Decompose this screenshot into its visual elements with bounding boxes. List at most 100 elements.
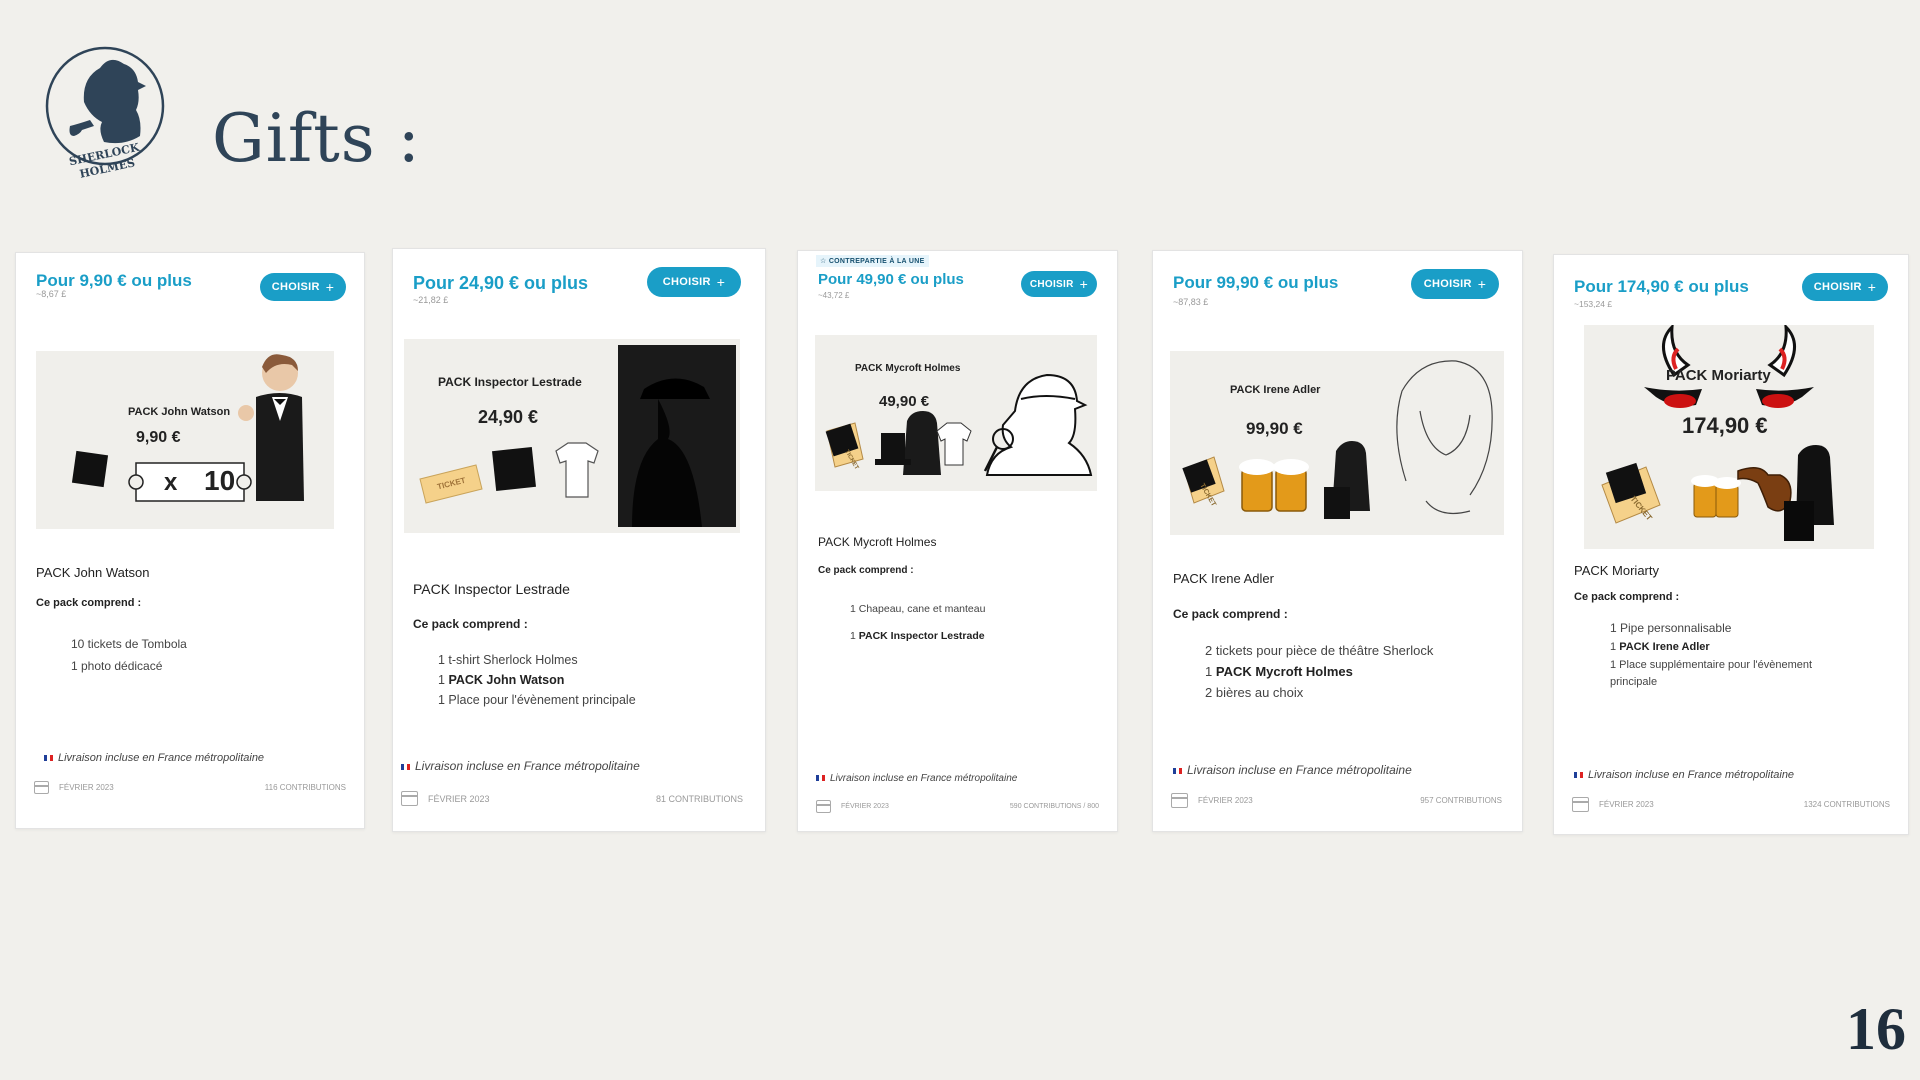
card-footer: FÉVRIER 2023 957 CONTRIBUTIONS [1171, 793, 1502, 808]
date-label: FÉVRIER 2023 [428, 793, 490, 804]
price-label: Pour 99,90 € ou plus [1173, 273, 1339, 292]
date-label: FÉVRIER 2023 [1198, 796, 1253, 805]
france-flag-icon [1173, 767, 1182, 774]
plus-icon: + [1079, 276, 1089, 292]
pack-image-price: 99,90 € [1246, 419, 1303, 438]
pack-image-name: PACK John Watson [128, 406, 231, 418]
pack-includes-label: Ce pack comprend : [1574, 591, 1680, 603]
featured-badge: ☆ CONTREPARTIE À LA UNE [816, 255, 929, 267]
plus-icon: + [1477, 276, 1487, 292]
contributions-count: 1324 CONTRIBUTIONS [1803, 800, 1890, 809]
ticket-count: 10 [204, 465, 236, 496]
calendar-icon [1171, 793, 1188, 808]
pack-image-price: 49,90 € [879, 393, 930, 410]
pack-includes-label: Ce pack comprend : [36, 597, 142, 609]
card-footer: FÉVRIER 2023 1324 CONTRIBUTIONS [1572, 797, 1890, 812]
card-footer: FÉVRIER 2023 590 CONTRIBUTIONS / 800 [816, 800, 1099, 813]
delivery-info: Livraison incluse en France métropolitai… [401, 759, 640, 773]
calendar-icon [34, 781, 49, 794]
list-item: 1 Place supplémentaire pour l'évènement … [1610, 659, 1813, 688]
plus-icon: + [716, 274, 726, 290]
card-footer: FÉVRIER 2023 81 CONTRIBUTIONS [401, 791, 743, 806]
pack-name: PACK Moriarty [1574, 563, 1659, 578]
list-item: 2 tickets pour pièce de théâtre Sherlock [1205, 643, 1434, 658]
price-label: Pour 9,90 € ou plus [36, 271, 192, 290]
delivery-info: Livraison incluse en France métropolitai… [44, 752, 264, 764]
list-item: 1 Chapeau, cane et manteau [850, 603, 986, 615]
pack-image: TICKET PACK Moriarty 174,90 € [1584, 325, 1874, 549]
contributions-count: 116 CONTRIBUTIONS [264, 783, 346, 792]
reward-card-moriarty: Pour 174,90 € ou plus ~153,24 £ CHOISIR +… [1553, 254, 1909, 835]
approx-price: ~43,72 £ [818, 291, 850, 300]
contributions-count: 590 CONTRIBUTIONS / 800 [1009, 803, 1099, 810]
delivery-info: Livraison incluse en France métropolitai… [1574, 769, 1794, 781]
calendar-icon [1572, 797, 1589, 812]
list-item: 1 Place pour l'évènement principale [438, 693, 636, 707]
pack-items: 1 Chapeau, cane et manteau 1 PACK Inspec… [850, 603, 985, 650]
france-flag-icon [1574, 772, 1583, 779]
pack-image: TICKET PACK Inspector Lestrade 24,90 € [404, 339, 740, 533]
choose-button[interactable]: CHOISIR + [260, 273, 346, 301]
france-flag-icon [816, 775, 825, 782]
france-flag-icon [44, 755, 53, 762]
france-flag-icon [401, 763, 410, 770]
price-label: Pour 174,90 € ou plus [1574, 277, 1749, 296]
pack-name: PACK Inspector Lestrade [413, 581, 570, 597]
sherlock-holmes-logo: SHERLOCK HOLMES [45, 46, 165, 181]
reward-card-john-watson: Pour 9,90 € ou plus ~8,67 £ CHOISIR + PAC… [15, 252, 365, 829]
pack-includes-label: Ce pack comprend : [413, 617, 528, 631]
date-label: FÉVRIER 2023 [59, 783, 114, 792]
pack-items: 2 tickets pour pièce de théâtre Sherlock… [1205, 643, 1433, 708]
reward-card-mycroft-holmes: ☆ CONTREPARTIE À LA UNE Pour 49,90 € ou … [797, 250, 1118, 832]
choose-button[interactable]: CHOISIR + [1802, 273, 1888, 301]
date-label: FÉVRIER 2023 [841, 803, 889, 810]
choose-button[interactable]: CHOISIR + [647, 267, 741, 297]
delivery-info: Livraison incluse en France métropolitai… [1173, 763, 1412, 777]
pack-items: 1 Pipe personnalisable 1 PACK Irene Adle… [1610, 621, 1860, 699]
pack-includes-label: Ce pack comprend : [1173, 607, 1288, 621]
list-item: 1 PACK Mycroft Holmes [1205, 664, 1353, 679]
list-item: 1 t-shirt Sherlock Holmes [438, 653, 578, 667]
contributions-count: 957 CONTRIBUTIONS [1420, 796, 1502, 805]
plus-icon: + [325, 279, 335, 295]
pack-image-name: PACK Moriarty [1666, 367, 1771, 384]
choose-button[interactable]: CHOISIR + [1411, 269, 1499, 299]
approx-price: ~21,82 £ [413, 295, 449, 305]
list-item: 1 PACK John Watson [438, 673, 565, 687]
approx-price: ~153,24 £ [1574, 299, 1613, 309]
pack-image-price: 174,90 € [1682, 413, 1768, 438]
pack-image-name: PACK Irene Adler [1230, 384, 1321, 396]
page-number: 16 [1846, 996, 1906, 1062]
pack-image-name: PACK Mycroft Holmes [855, 363, 961, 374]
pack-image: TICKET PACK Mycroft Holmes 49,90 € [815, 335, 1097, 491]
list-item: 1 photo dédicacé [71, 659, 163, 673]
pack-name: PACK Irene Adler [1173, 571, 1274, 586]
pack-items: 1 t-shirt Sherlock Holmes 1 PACK John Wa… [438, 653, 636, 715]
pack-name: PACK Mycroft Holmes [818, 535, 937, 549]
reward-card-irene-adler: Pour 99,90 € ou plus ~87,83 £ CHOISIR + T… [1152, 250, 1523, 832]
plus-icon: + [1867, 279, 1877, 295]
card-footer: FÉVRIER 2023 116 CONTRIBUTIONS [34, 781, 346, 794]
price-label: Pour 24,90 € ou plus [413, 273, 589, 293]
approx-price: ~87,83 £ [1173, 297, 1209, 307]
pack-image-price: 24,90 € [478, 407, 539, 427]
pack-name: PACK John Watson [36, 565, 150, 580]
calendar-icon [401, 791, 418, 806]
list-item: 10 tickets de Tombola [71, 637, 187, 651]
date-label: FÉVRIER 2023 [1599, 800, 1654, 809]
pack-image-name: PACK Inspector Lestrade [438, 375, 582, 389]
price-label: Pour 49,90 € ou plus [818, 271, 964, 288]
choose-button[interactable]: CHOISIR + [1021, 271, 1097, 297]
pack-items: 10 tickets de Tombola 1 photo dédicacé [71, 637, 187, 681]
calendar-icon [816, 800, 831, 813]
list-item: 1 Pipe personnalisable [1610, 621, 1732, 635]
list-item: 1 PACK Irene Adler [1610, 641, 1710, 653]
slide-title: Gifts : [212, 100, 421, 177]
list-item: 2 bières au choix [1205, 685, 1304, 700]
approx-price: ~8,67 £ [36, 289, 67, 299]
list-item: 1 PACK Inspector Lestrade [850, 630, 985, 642]
pack-includes-label: Ce pack comprend : [818, 565, 914, 576]
contributions-count: 81 CONTRIBUTIONS [655, 793, 743, 804]
delivery-info: Livraison incluse en France métropolitai… [816, 773, 1017, 784]
pack-image: TICKET PACK Irene Adler 99,90 € [1170, 351, 1504, 535]
